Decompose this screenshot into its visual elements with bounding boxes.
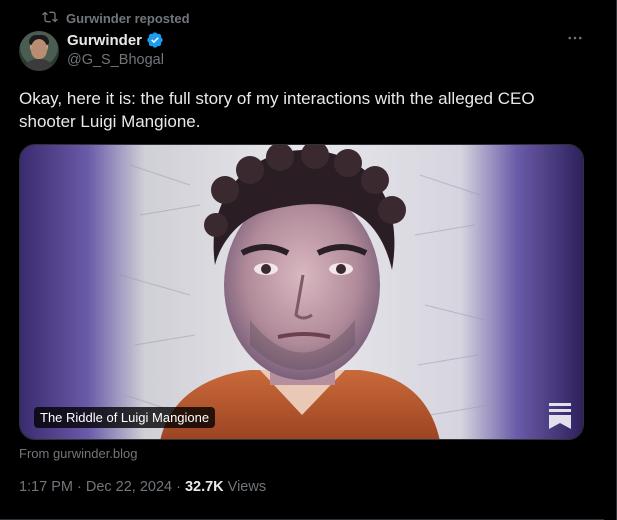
avatar[interactable] [19,31,59,71]
repost-icon [42,9,58,28]
verified-badge-icon[interactable] [146,31,164,49]
repost-label: Gurwinder reposted [66,11,190,26]
card-image[interactable] [20,145,584,440]
tweet-frame: Gurwinder reposted Gurwinder @G_S_Bhogal… [0,0,617,520]
author-name-row[interactable]: Gurwinder [67,31,164,49]
tweet-text: Okay, here it is: the full story of my i… [19,89,535,131]
tweet-time[interactable]: 1:17 PM [19,479,73,495]
more-options-button[interactable] [563,30,587,50]
views-label[interactable]: Views [228,479,266,495]
more-horizontal-icon [566,29,584,52]
card-source[interactable]: From gurwinder.blog [19,446,138,461]
substack-bookmark-icon [549,403,571,429]
author-display-name[interactable]: Gurwinder [67,32,142,49]
tweet-meta: 1:17 PM · Dec 22, 2024 · 32.7K Views [19,479,266,495]
tweet-date[interactable]: Dec 22, 2024 [86,479,172,495]
author-handle[interactable]: @G_S_Bhogal [67,52,164,68]
views-count[interactable]: 32.7K [185,479,224,495]
repost-indicator[interactable]: Gurwinder reposted [42,9,190,28]
meta-separator-2: · [176,479,181,495]
card-title[interactable]: The Riddle of Luigi Mangione [34,407,216,428]
link-card[interactable]: The Riddle of Luigi Mangione [19,144,584,440]
meta-separator: · [77,479,82,495]
